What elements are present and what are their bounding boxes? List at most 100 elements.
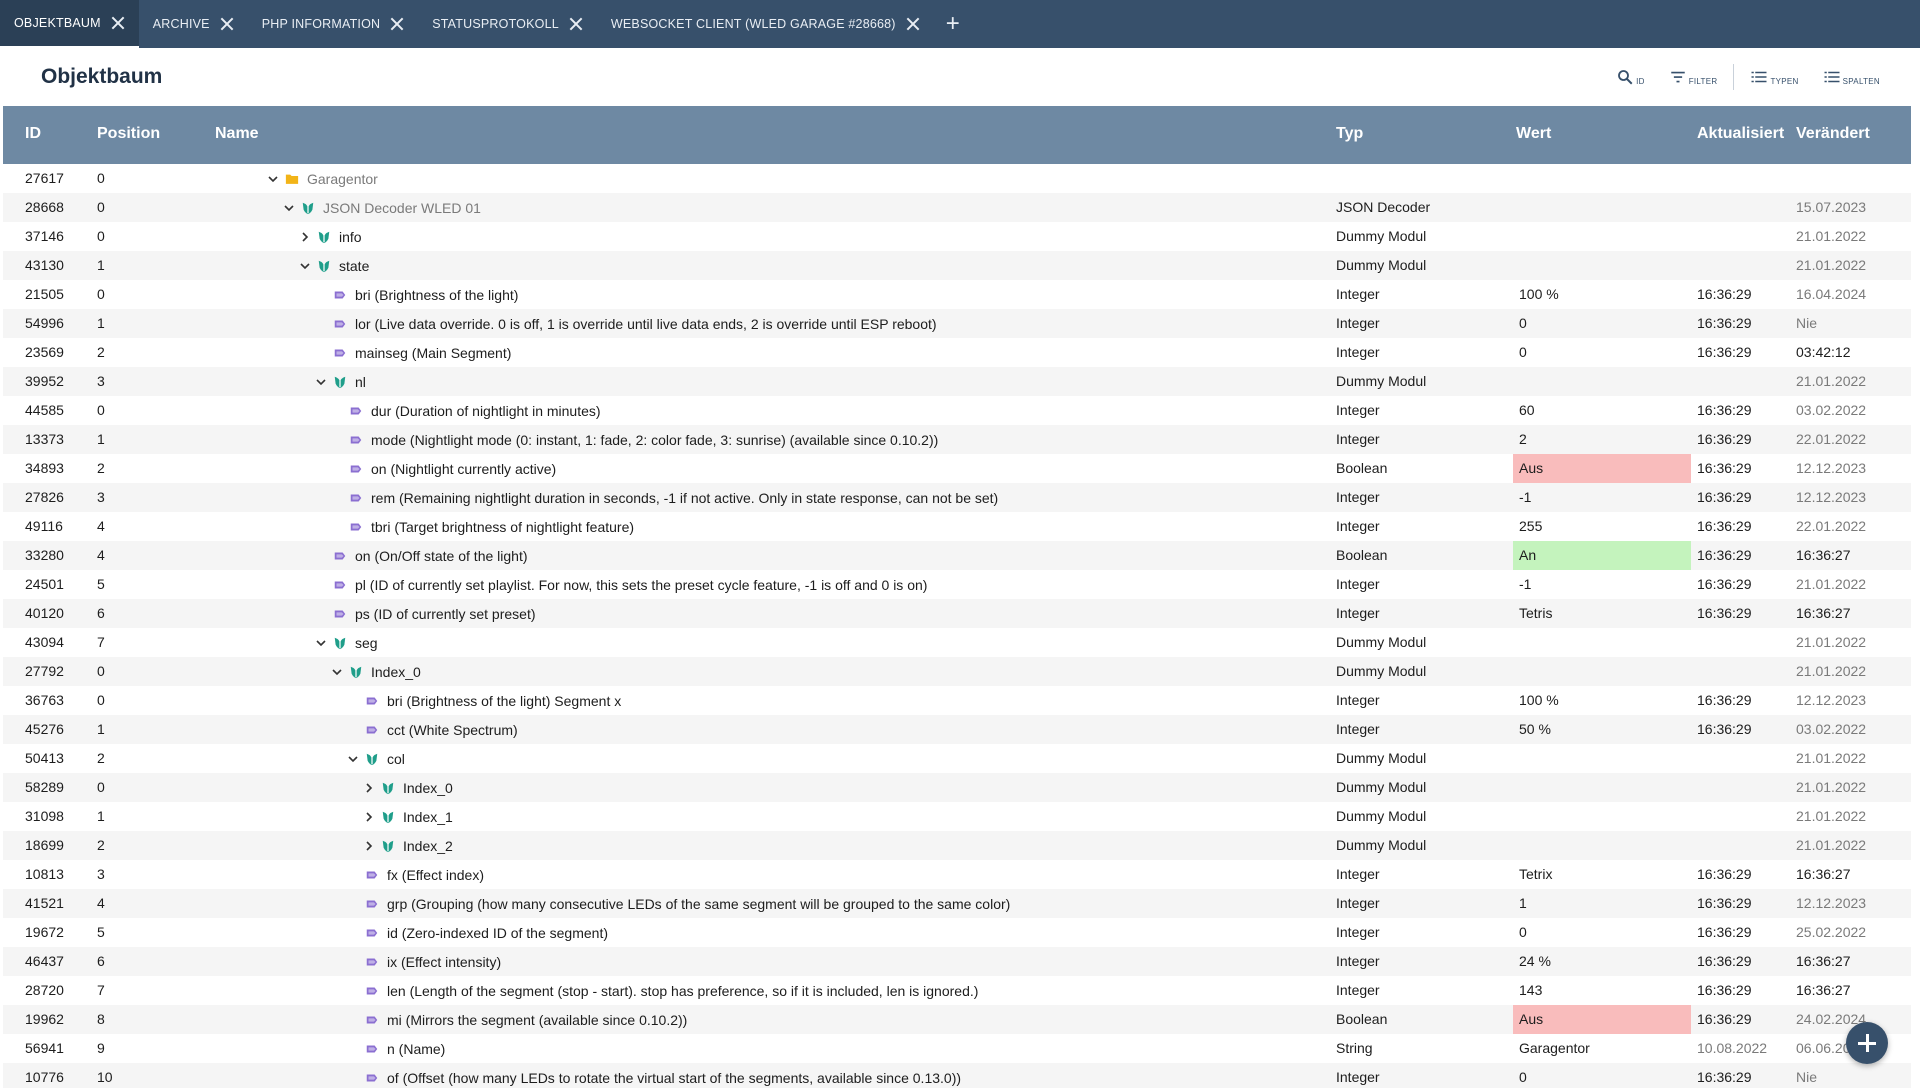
columns-button[interactable]: SPALTEN — [1813, 68, 1890, 86]
object-name[interactable]: JSON Decoder WLED 01 — [323, 200, 481, 216]
column-header-typ[interactable]: Typ — [1336, 125, 1363, 143]
close-icon[interactable] — [111, 16, 125, 30]
table-row[interactable]: 10776 10 of (Offset (how many LEDs to rota… — [3, 1063, 1911, 1088]
table-row[interactable]: 33280 4 on (On/Off state of the light) Bool… — [3, 541, 1911, 570]
search-id-button[interactable]: ID — [1606, 68, 1655, 86]
table-row[interactable]: 50413 2 col Dummy Modul 21.01.2022 — [3, 744, 1911, 773]
table-row[interactable]: 27617 0 Garagentor — [3, 164, 1911, 193]
object-name[interactable]: id (Zero-indexed ID of the segment) — [387, 925, 608, 941]
table-row[interactable]: 43094 7 seg Dummy Modul 21.01.2022 — [3, 628, 1911, 657]
table-row[interactable]: 44585 0 dur (Duration of nightlight in min… — [3, 396, 1911, 425]
object-name[interactable]: ps (ID of currently set preset) — [355, 606, 536, 622]
table-row[interactable]: 34893 2 on (Nightlight currently active) Bo… — [3, 454, 1911, 483]
types-button[interactable]: TYPEN — [1740, 68, 1808, 86]
column-header-aktualisiert[interactable]: Aktualisiert — [1697, 125, 1784, 143]
chevron-right-icon[interactable] — [298, 230, 312, 244]
table-row[interactable]: 21505 0 bri (Brightness of the light) Integ… — [3, 280, 1911, 309]
table-row[interactable]: 46437 6 ix (Effect intensity) Integer 24 % 16… — [3, 947, 1911, 976]
table-row[interactable]: 23569 2 mainseg (Main Segment) Integer 0 16:3… — [3, 338, 1911, 367]
table-row[interactable]: 54996 1 lor (Live data override. 0 is off,… — [3, 309, 1911, 338]
object-name[interactable]: tbri (Target brightness of nightlight fe… — [371, 519, 634, 535]
chevron-down-icon[interactable] — [314, 375, 328, 389]
close-icon[interactable] — [906, 17, 920, 31]
table-row[interactable]: 45276 1 cct (White Spectrum) Integer 50 % 16:… — [3, 715, 1911, 744]
filter-button[interactable]: FILTER — [1659, 68, 1728, 86]
close-icon[interactable] — [390, 17, 404, 31]
table-row[interactable]: 10813 3 fx (Effect index) Integer Tetrix 16:3… — [3, 860, 1911, 889]
object-name[interactable]: bri (Brightness of the light) — [355, 287, 518, 303]
column-header-wert[interactable]: Wert — [1516, 125, 1551, 143]
chevron-right-icon[interactable] — [362, 839, 376, 853]
module-icon — [348, 664, 364, 680]
table-row[interactable]: 37146 0 info Dummy Modul 21.01.2022 — [3, 222, 1911, 251]
object-name[interactable]: info — [339, 229, 362, 245]
add-object-button[interactable] — [1846, 1022, 1888, 1064]
add-tab-button[interactable]: + — [934, 0, 972, 48]
object-name[interactable]: mainseg (Main Segment) — [355, 345, 511, 361]
table-row[interactable]: 58289 0 Index_0 Dummy Modul 21.01.2022 — [3, 773, 1911, 802]
chevron-down-icon[interactable] — [266, 172, 280, 186]
chevron-down-icon[interactable] — [330, 665, 344, 679]
cell-position: 1 — [97, 315, 105, 331]
table-row[interactable]: 36763 0 bri (Brightness of the light) Segm… — [3, 686, 1911, 715]
table-row[interactable]: 27792 0 Index_0 Dummy Modul 21.01.2022 — [3, 657, 1911, 686]
object-name[interactable]: pl (ID of currently set playlist. For no… — [355, 577, 927, 593]
table-row[interactable]: 28720 7 len (Length of the segment (stop -… — [3, 976, 1911, 1005]
table-row[interactable]: 43130 1 state Dummy Modul 21.01.2022 — [3, 251, 1911, 280]
object-name[interactable]: rem (Remaining nightlight duration in se… — [371, 490, 998, 506]
table-row[interactable]: 13373 1 mode (Nightlight mode (0: instant,… — [3, 425, 1911, 454]
object-name[interactable]: Index_2 — [403, 838, 453, 854]
tab-archive[interactable]: ARCHIVE — [139, 0, 248, 48]
table-row[interactable]: 28668 0 JSON Decoder WLED 01 JSON Decoder 15… — [3, 193, 1911, 222]
chevron-down-icon[interactable] — [282, 201, 296, 215]
table-row[interactable]: 19672 5 id (Zero-indexed ID of the segment… — [3, 918, 1911, 947]
object-name[interactable]: of (Offset (how many LEDs to rotate the … — [387, 1070, 961, 1086]
table-row[interactable]: 24501 5 pl (ID of currently set playlist. … — [3, 570, 1911, 599]
chevron-right-icon[interactable] — [362, 781, 376, 795]
chevron-down-icon[interactable] — [346, 752, 360, 766]
column-header-id[interactable]: ID — [25, 125, 41, 143]
column-header-position[interactable]: Position — [97, 125, 160, 143]
table-row[interactable]: 19962 8 mi (Mirrors the segment (available… — [3, 1005, 1911, 1034]
object-name[interactable]: on (Nightlight currently active) — [371, 461, 556, 477]
chevron-down-icon[interactable] — [298, 259, 312, 273]
table-row[interactable]: 27826 3 rem (Remaining nightlight duration… — [3, 483, 1911, 512]
object-name[interactable]: Index_0 — [371, 664, 421, 680]
table-row[interactable]: 40120 6 ps (ID of currently set preset) Int… — [3, 599, 1911, 628]
table-row[interactable]: 18699 2 Index_2 Dummy Modul 21.01.2022 — [3, 831, 1911, 860]
object-name[interactable]: ix (Effect intensity) — [387, 954, 501, 970]
column-header-name[interactable]: Name — [215, 125, 259, 143]
table-row[interactable]: 31098 1 Index_1 Dummy Modul 21.01.2022 — [3, 802, 1911, 831]
object-name[interactable]: cct (White Spectrum) — [387, 722, 518, 738]
close-icon[interactable] — [220, 17, 234, 31]
tab-statusprotokoll[interactable]: STATUSPROTOKOLL — [418, 0, 597, 48]
close-icon[interactable] — [569, 17, 583, 31]
object-name[interactable]: mode (Nightlight mode (0: instant, 1: fa… — [371, 432, 938, 448]
tab-php-information[interactable]: PHP INFORMATION — [248, 0, 419, 48]
table-row[interactable]: 56941 9 n (Name) String Garagentor 10.08.2022… — [3, 1034, 1911, 1063]
object-name[interactable]: Index_0 — [403, 780, 453, 796]
object-name[interactable]: nl — [355, 374, 366, 390]
column-header-veraendert[interactable]: Verändert — [1796, 125, 1870, 143]
object-name[interactable]: Index_1 — [403, 809, 453, 825]
object-name[interactable]: seg — [355, 635, 378, 651]
object-name[interactable]: col — [387, 751, 405, 767]
tab-objektbaum[interactable]: OBJEKTBAUM — [0, 0, 139, 48]
object-name[interactable]: state — [339, 258, 369, 274]
object-name[interactable]: on (On/Off state of the light) — [355, 548, 528, 564]
object-name[interactable]: lor (Live data override. 0 is off, 1 is … — [355, 316, 937, 332]
chevron-right-icon[interactable] — [362, 810, 376, 824]
object-name[interactable]: fx (Effect index) — [387, 867, 484, 883]
tab-websocket-client-wled-garage-28668[interactable]: WEBSOCKET CLIENT (WLED GARAGE #28668) — [597, 0, 934, 48]
table-row[interactable]: 41521 4 grp (Grouping (how many consecutiv… — [3, 889, 1911, 918]
object-name[interactable]: grp (Grouping (how many consecutive LEDs… — [387, 896, 1010, 912]
table-row[interactable]: 39952 3 nl Dummy Modul 21.01.2022 — [3, 367, 1911, 396]
object-name[interactable]: mi (Mirrors the segment (available since… — [387, 1012, 687, 1028]
chevron-down-icon[interactable] — [314, 636, 328, 650]
object-name[interactable]: dur (Duration of nightlight in minutes) — [371, 403, 601, 419]
object-name[interactable]: bri (Brightness of the light) Segment x — [387, 693, 621, 709]
object-name[interactable]: n (Name) — [387, 1041, 445, 1057]
object-name[interactable]: Garagentor — [307, 171, 378, 187]
object-name[interactable]: len (Length of the segment (stop - start… — [387, 983, 978, 999]
table-row[interactable]: 49116 4 tbri (Target brightness of nightli… — [3, 512, 1911, 541]
